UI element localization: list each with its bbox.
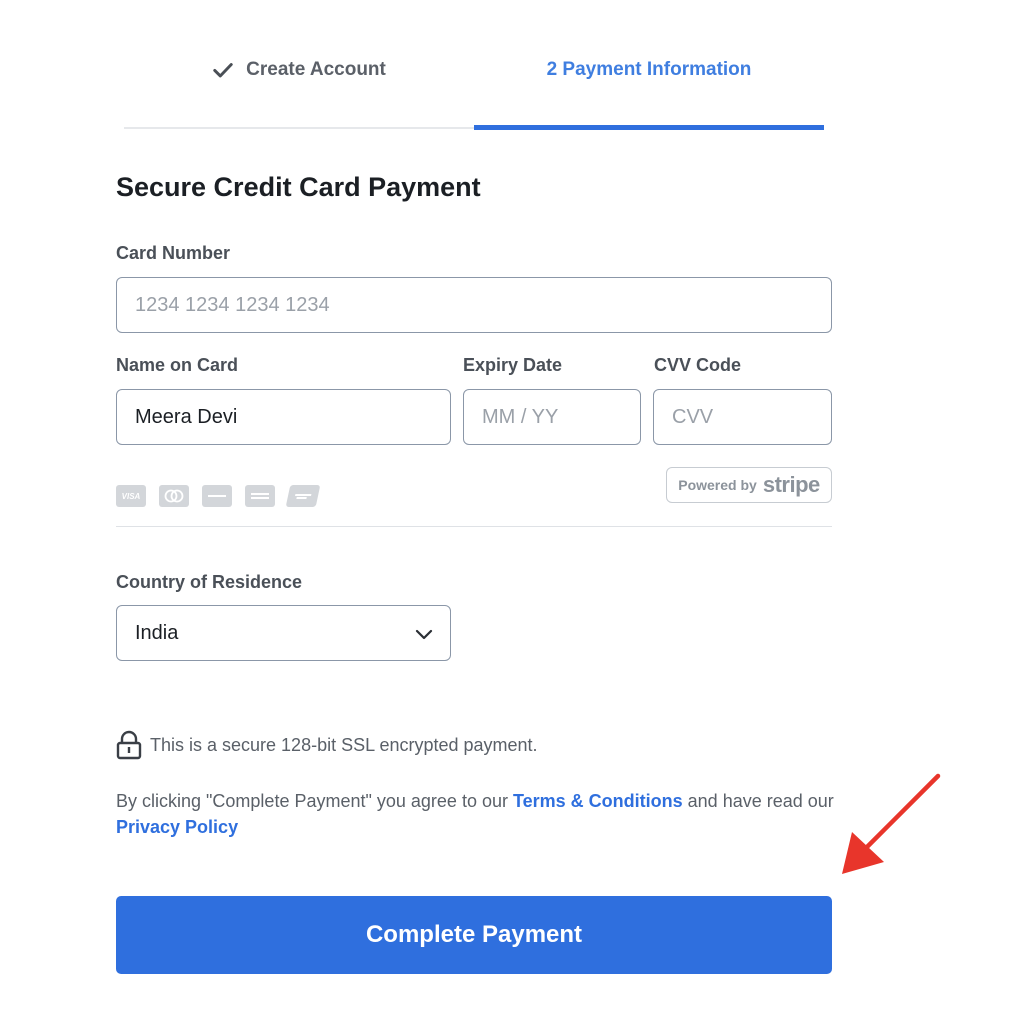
step-create-account[interactable]: Create Account: [124, 56, 474, 84]
security-note: This is a secure 128-bit SSL encrypted p…: [116, 730, 538, 760]
expiry-placeholder: MM / YY: [482, 405, 559, 428]
amex-icon: [245, 485, 275, 507]
discover-icon: [202, 485, 232, 507]
country-label: Country of Residence: [116, 572, 303, 592]
cvv-code-label: CVV Code: [654, 355, 742, 375]
country-selected-value: India: [135, 621, 179, 644]
complete-payment-button[interactable]: Complete Payment: [116, 896, 832, 974]
unionpay-icon: [285, 485, 321, 507]
powered-by-text: Powered by: [678, 477, 757, 493]
card-number-placeholder: 1234 1234 1234 1234: [135, 293, 330, 316]
step-indicator-inactive: [124, 127, 474, 129]
agreement-text: By clicking "Complete Payment" you agree…: [116, 791, 834, 837]
powered-by-stripe-badge[interactable]: Powered by stripe: [666, 467, 832, 503]
card-brand-icons: VISA: [116, 485, 321, 507]
expiry-date-label: Expiry Date: [463, 355, 563, 375]
page-title: Secure Credit Card Payment: [116, 172, 481, 202]
lock-icon: [116, 730, 142, 760]
annotation-arrow-icon: [842, 773, 941, 874]
chevron-down-icon: [415, 629, 433, 640]
privacy-policy-link[interactable]: Privacy Policy: [116, 817, 238, 837]
expiry-date-input[interactable]: MM / YY: [463, 389, 641, 445]
card-number-label: Card Number: [116, 243, 231, 263]
section-divider: [116, 526, 832, 527]
name-on-card-input[interactable]: Meera Devi: [116, 389, 451, 445]
security-note-text: This is a secure 128-bit SSL encrypted p…: [150, 734, 538, 755]
mastercard-icon: [159, 485, 189, 507]
checkmark-icon: [213, 63, 233, 78]
card-number-input[interactable]: 1234 1234 1234 1234: [116, 277, 832, 333]
payment-page: Create Account 2 Payment Information Sec…: [0, 0, 1024, 1024]
name-on-card-label: Name on Card: [116, 355, 239, 375]
visa-icon: VISA: [116, 485, 146, 507]
cvv-placeholder: CVV: [672, 405, 714, 428]
terms-link[interactable]: Terms & Conditions: [513, 791, 683, 811]
cvv-input[interactable]: CVV: [653, 389, 832, 445]
step-label: Create Account: [246, 59, 386, 80]
name-on-card-value: Meera Devi: [135, 405, 238, 428]
step-payment-information[interactable]: 2 Payment Information: [474, 56, 824, 84]
step-indicator-active: [474, 125, 824, 130]
step-label: 2 Payment Information: [546, 59, 752, 80]
stripe-logo: stripe: [762, 472, 820, 497]
country-select[interactable]: India: [116, 605, 451, 661]
